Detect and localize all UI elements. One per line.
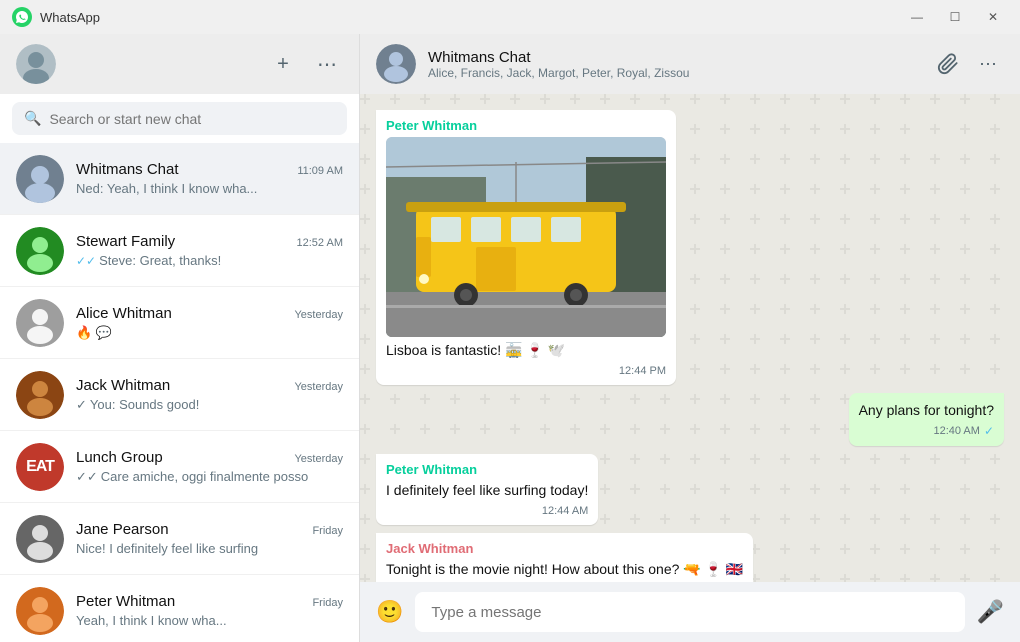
message-time-3: 12:44 AM xyxy=(542,505,588,517)
messages-area: Peter Whitman xyxy=(360,94,1020,582)
chat-name-peter: Peter Whitman xyxy=(76,593,175,610)
message-text-3: I definitely feel like surfing today! xyxy=(386,481,588,501)
chat-item-stewart[interactable]: Stewart Family 12:52 AM ✓✓ Steve: Great,… xyxy=(0,215,359,287)
message-meta-1: 12:44 PM xyxy=(386,365,666,377)
message-meta-3: 12:44 AM xyxy=(386,505,588,517)
chat-avatar-lunch: EAT xyxy=(16,443,64,491)
chat-time-stewart: 12:52 AM xyxy=(297,237,343,249)
tick-icon-lunch: ✓✓ xyxy=(76,469,98,485)
chat-preview-alice: 🔥 💬 xyxy=(76,325,343,341)
chat-list: Whitmans Chat 11:09 AM Ned: Yeah, I thin… xyxy=(0,143,359,642)
chat-info-peter: Peter Whitman Friday Yeah, I think I kno… xyxy=(76,593,343,628)
chat-preview-jane: Nice! I definitely feel like surfing xyxy=(76,541,343,556)
tick-icon-jack: ✓ xyxy=(76,397,87,413)
chat-header: Whitmans Chat Alice, Francis, Jack, Marg… xyxy=(360,34,1020,94)
chat-time-jack: Yesterday xyxy=(294,381,343,393)
chat-preview-peter: Yeah, I think I know wha... xyxy=(76,613,343,628)
app-title: WhatsApp xyxy=(40,10,894,25)
chat-time-peter: Friday xyxy=(312,597,343,609)
message-text-1: Lisboa is fantastic! 🚋 🍷 🕊️ xyxy=(386,341,666,361)
chat-time-lunch: Yesterday xyxy=(294,453,343,465)
microphone-button[interactable]: 🎤 xyxy=(977,599,1004,625)
window-controls: — ☐ ✕ xyxy=(902,7,1008,27)
chat-item-alice[interactable]: Alice Whitman Yesterday 🔥 💬 xyxy=(0,287,359,359)
input-area: 🙂 🎤 xyxy=(360,582,1020,642)
message-bubble-4: Jack Whitman Tonight is the movie night!… xyxy=(376,533,753,582)
search-container: 🔍 xyxy=(0,94,359,143)
message-bubble-1: Peter Whitman xyxy=(376,110,676,385)
chat-name-lunch: Lunch Group xyxy=(76,449,163,466)
tick-icon-stewart: ✓✓ xyxy=(76,254,96,268)
chat-preview-whitmans: Ned: Yeah, I think I know wha... xyxy=(76,181,343,196)
chat-item-jack[interactable]: Jack Whitman Yesterday ✓ You: Sounds goo… xyxy=(0,359,359,431)
chat-item-jane[interactable]: Jane Pearson Friday Nice! I definitely f… xyxy=(0,503,359,575)
chat-item-whitmans[interactable]: Whitmans Chat 11:09 AM Ned: Yeah, I thin… xyxy=(0,143,359,215)
chat-info-jane: Jane Pearson Friday Nice! I definitely f… xyxy=(76,521,343,556)
chat-info-alice: Alice Whitman Yesterday 🔥 💬 xyxy=(76,305,343,341)
message-time-1: 12:44 PM xyxy=(619,365,666,377)
chat-name-alice: Alice Whitman xyxy=(76,305,172,322)
close-button[interactable]: ✕ xyxy=(978,7,1008,27)
chat-preview-jack: ✓ You: Sounds good! xyxy=(76,397,343,413)
search-box: 🔍 xyxy=(12,102,347,135)
message-time-2: 12:40 AM xyxy=(933,425,979,437)
current-user-avatar[interactable] xyxy=(16,44,56,84)
chat-avatar-stewart xyxy=(16,227,64,275)
chat-time-alice: Yesterday xyxy=(294,309,343,321)
chat-header-avatar[interactable] xyxy=(376,44,416,84)
emoji-button[interactable]: 🙂 xyxy=(376,599,403,625)
chat-name-jack: Jack Whitman xyxy=(76,377,170,394)
chat-info-jack: Jack Whitman Yesterday ✓ You: Sounds goo… xyxy=(76,377,343,413)
whatsapp-logo-icon xyxy=(12,7,32,27)
message-bubble-3: Peter Whitman I definitely feel like sur… xyxy=(376,454,598,525)
chat-item-lunch[interactable]: EAT Lunch Group Yesterday ✓✓ Care amiche… xyxy=(0,431,359,503)
chat-avatar-alice xyxy=(16,299,64,347)
search-input[interactable] xyxy=(49,111,335,127)
chat-name-stewart: Stewart Family xyxy=(76,233,175,250)
more-options-button[interactable]: ⋯ xyxy=(972,48,1004,80)
main-layout: + ⋯ 🔍 xyxy=(0,34,1020,642)
message-text-2: Any plans for tonight? xyxy=(859,401,994,421)
chat-time-jane: Friday xyxy=(312,525,343,537)
chat-avatar-jack xyxy=(16,371,64,419)
chat-info-lunch: Lunch Group Yesterday ✓✓ Care amiche, og… xyxy=(76,449,343,485)
chat-avatar-jane xyxy=(16,515,64,563)
minimize-button[interactable]: — xyxy=(902,7,932,27)
new-chat-button[interactable]: + xyxy=(267,48,299,80)
sidebar: + ⋯ 🔍 xyxy=(0,34,360,642)
message-sender-3: Peter Whitman xyxy=(386,462,588,477)
chat-time-whitmans: 11:09 AM xyxy=(297,165,343,177)
message-input[interactable] xyxy=(415,592,964,632)
chat-avatar-peter xyxy=(16,587,64,635)
chat-preview-lunch: ✓✓ Care amiche, oggi finalmente posso xyxy=(76,469,343,485)
chat-preview-stewart: ✓✓ Steve: Great, thanks! xyxy=(76,253,343,268)
menu-button[interactable]: ⋯ xyxy=(311,48,343,80)
message-tick-2: ✓ xyxy=(984,424,994,438)
chat-info-stewart: Stewart Family 12:52 AM ✓✓ Steve: Great,… xyxy=(76,233,343,268)
chat-header-name: Whitmans Chat xyxy=(428,49,920,66)
message-text-4: Tonight is the movie night! How about th… xyxy=(386,560,743,580)
sidebar-header: + ⋯ xyxy=(0,34,359,94)
message-bubble-2: Any plans for tonight? 12:40 AM ✓ xyxy=(849,393,1004,447)
chat-item-peter[interactable]: Peter Whitman Friday Yeah, I think I kno… xyxy=(0,575,359,642)
message-image-1 xyxy=(386,137,666,337)
chat-name-whitmans: Whitmans Chat xyxy=(76,161,179,178)
search-icon: 🔍 xyxy=(24,110,41,127)
chat-header-icons: ⋯ xyxy=(932,48,1004,80)
message-meta-2: 12:40 AM ✓ xyxy=(859,424,994,438)
chat-header-info: Whitmans Chat Alice, Francis, Jack, Marg… xyxy=(428,49,920,80)
chat-header-members: Alice, Francis, Jack, Margot, Peter, Roy… xyxy=(428,66,920,80)
maximize-button[interactable]: ☐ xyxy=(940,7,970,27)
attachment-button[interactable] xyxy=(932,48,964,80)
chat-panel: Whitmans Chat Alice, Francis, Jack, Marg… xyxy=(360,34,1020,642)
titlebar: WhatsApp — ☐ ✕ xyxy=(0,0,1020,34)
chat-name-jane: Jane Pearson xyxy=(76,521,169,538)
message-sender-1: Peter Whitman xyxy=(386,118,666,133)
chat-avatar-whitmans xyxy=(16,155,64,203)
message-sender-4: Jack Whitman xyxy=(386,541,743,556)
chat-info-whitmans: Whitmans Chat 11:09 AM Ned: Yeah, I thin… xyxy=(76,161,343,196)
